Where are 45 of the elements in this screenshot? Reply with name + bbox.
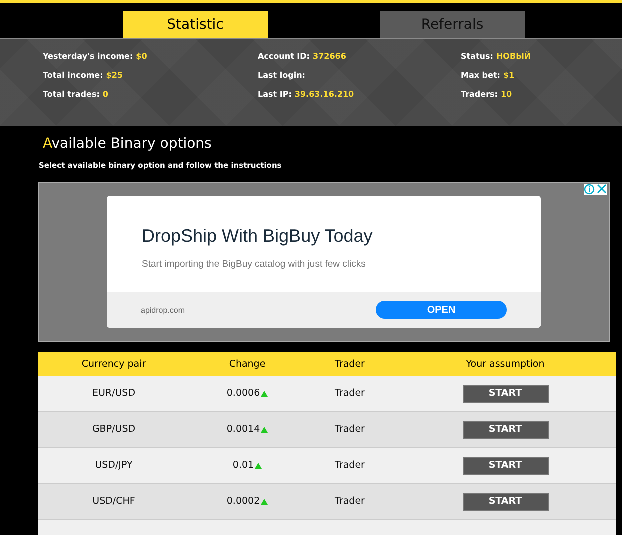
stat-value: $1 — [503, 71, 515, 80]
stat-label: Traders: — [461, 90, 498, 99]
table-cell-text: Trader — [334, 496, 366, 507]
column-header: Change — [228, 358, 267, 370]
ad-text: Start importing the BigBuy catalog with just few clicks — [142, 259, 367, 270]
start-button[interactable]: START — [462, 384, 548, 402]
table-cell-text: GBP/USD — [91, 424, 137, 435]
stat-label: Last login: — [258, 71, 306, 80]
table-cell-text: Trader — [334, 424, 366, 435]
table-cell-text: Trader — [334, 388, 366, 399]
table-cell: 0.0014 — [226, 424, 260, 435]
stat-label: Total trades: — [43, 90, 100, 99]
info-icon[interactable] — [584, 184, 595, 195]
ad-headline[interactable]: DropShip With BigBuy Today — [142, 226, 541, 247]
table-cell-text: EUR/USD — [91, 388, 137, 399]
table-cell-text: USD/CHF — [92, 496, 136, 507]
column-header: Currency pair — [80, 358, 148, 370]
stat-label: Max bet: — [461, 71, 500, 80]
start-button[interactable]: START — [462, 456, 548, 474]
stat-value: $0 — [136, 52, 148, 61]
stat-value: 372666 — [313, 52, 346, 61]
stat-value: 10 — [500, 90, 512, 99]
stat-label: Status: — [461, 52, 494, 61]
stat-value: $25 — [106, 71, 123, 80]
column-header: Your assumption — [465, 358, 546, 370]
close-icon[interactable] — [597, 184, 607, 194]
tab[interactable]: Statistic — [123, 11, 268, 38]
stat-label: Last IP: — [258, 90, 292, 99]
stat-label: Yesterday's income: — [43, 52, 134, 61]
table-cell: 0.0006 — [226, 388, 260, 399]
stat-value: НОВЫЙ — [496, 52, 532, 61]
column-header: Trader — [334, 358, 366, 370]
start-button[interactable]: START — [462, 420, 548, 438]
open-button[interactable]: OPEN — [376, 301, 507, 319]
table-cell-text: Trader — [334, 460, 366, 471]
stat-value: 39.63.16.210 — [294, 90, 354, 99]
table-cell: 0.0002 — [226, 496, 260, 507]
table-cell: 0.01 — [232, 460, 254, 471]
stat-value: 0 — [102, 90, 108, 99]
stat-label: Total income: — [43, 71, 104, 80]
ad-domain: apidrop.com — [141, 306, 186, 314]
stat-label: Account ID: — [258, 52, 310, 61]
section-title: Available Binary options — [43, 136, 213, 154]
start-button[interactable]: START — [462, 492, 548, 510]
table-cell-text: USD/JPY — [94, 460, 134, 471]
